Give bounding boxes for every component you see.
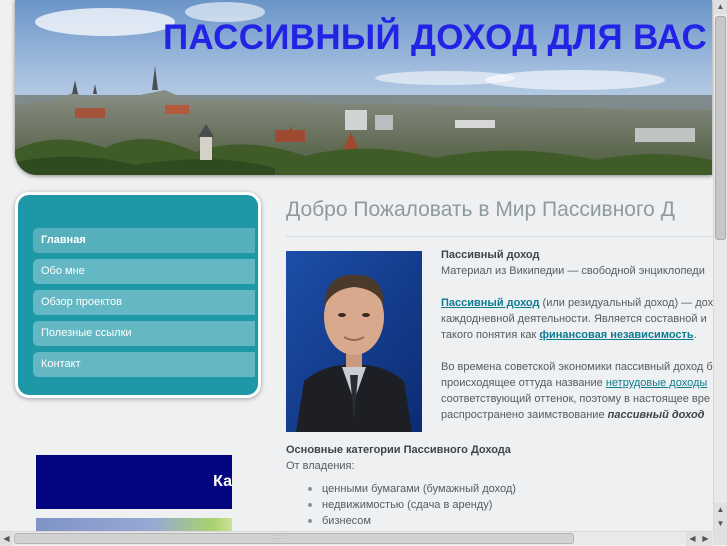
banner-text: Ка: [213, 473, 232, 490]
scroll-up-icon[interactable]: ▲: [714, 503, 727, 517]
scrollbar-corner: [713, 531, 727, 545]
p2-line2: происходящее оттуда название: [441, 377, 606, 389]
grip-icon: :::::: [272, 534, 287, 541]
p1-text: (или резидуальный доход) — дох: [539, 297, 713, 309]
main-content: Добро Пожаловать в Мир Пассивного Д Пасс…: [286, 0, 713, 545]
nav-item-links[interactable]: Полезные ссылки: [33, 321, 255, 346]
link-financial-independence[interactable]: финансовая независимость: [539, 329, 693, 341]
sidebar-nav: Главная Обо мне Обзор проектов Полезные …: [15, 192, 261, 398]
intro-block: Пассивный доход Материал из Википедии — …: [441, 247, 713, 423]
p1-line3: такого понятия как: [441, 329, 540, 341]
link-passive-income[interactable]: Пассивный доход: [441, 297, 539, 309]
nav-item-about[interactable]: Обо мне: [33, 259, 255, 284]
p2-line4: распространено заимствование: [441, 409, 608, 421]
author-photo: [286, 251, 422, 432]
vertical-scroll-thumb[interactable]: [715, 16, 726, 240]
p2-emphasis: пассивный доход: [607, 409, 705, 421]
nav-item-contact[interactable]: Контакт: [33, 352, 255, 377]
nav-item-home[interactable]: Главная: [33, 228, 255, 253]
categories-list: ценными бумагами (бумажный доход) недвиж…: [304, 481, 516, 529]
scroll-up-icon[interactable]: ▲: [714, 0, 727, 14]
nav-item-projects[interactable]: Обзор проектов: [33, 290, 255, 315]
categories-block: Основные категории Пассивного Дохода От …: [286, 442, 511, 474]
page-title: Добро Пожаловать в Мир Пассивного Д: [286, 198, 675, 221]
divider: [286, 236, 713, 237]
ownership-label: От владения:: [286, 460, 355, 472]
horizontal-scrollbar[interactable]: ◀ ::::: ◀ ▶: [0, 531, 713, 546]
scroll-left-icon[interactable]: ◀: [0, 532, 13, 546]
list-item: бизнесом: [304, 513, 516, 529]
p1-period: .: [693, 329, 697, 341]
scroll-right-icon[interactable]: ▶: [699, 532, 712, 546]
list-item: ценными бумагами (бумажный доход): [304, 481, 516, 497]
scroll-down-icon[interactable]: ▼: [714, 517, 727, 531]
p2-line1: Во времена советской экономики пассивный…: [441, 361, 713, 373]
scroll-left-icon[interactable]: ◀: [686, 532, 699, 546]
p1-line2: каждодневной деятельности. Является сост…: [441, 313, 707, 325]
categories-title: Основные категории Пассивного Дохода: [286, 444, 511, 456]
horizontal-scroll-thumb[interactable]: [14, 533, 574, 544]
vertical-scrollbar[interactable]: ▲ ▲ ▼: [713, 0, 727, 531]
intro-title: Пассивный доход: [441, 249, 540, 261]
sidebar-banner-ad[interactable]: Ка: [36, 455, 232, 509]
list-item: недвижимостью (сдача в аренду): [304, 497, 516, 513]
p2-line3: соответствующий оттенок, поэтому в насто…: [441, 393, 710, 405]
intro-source: Материал из Википедии — свободной энцикл…: [441, 265, 705, 277]
link-unearned-income[interactable]: нетрудовые доходы: [606, 377, 707, 389]
